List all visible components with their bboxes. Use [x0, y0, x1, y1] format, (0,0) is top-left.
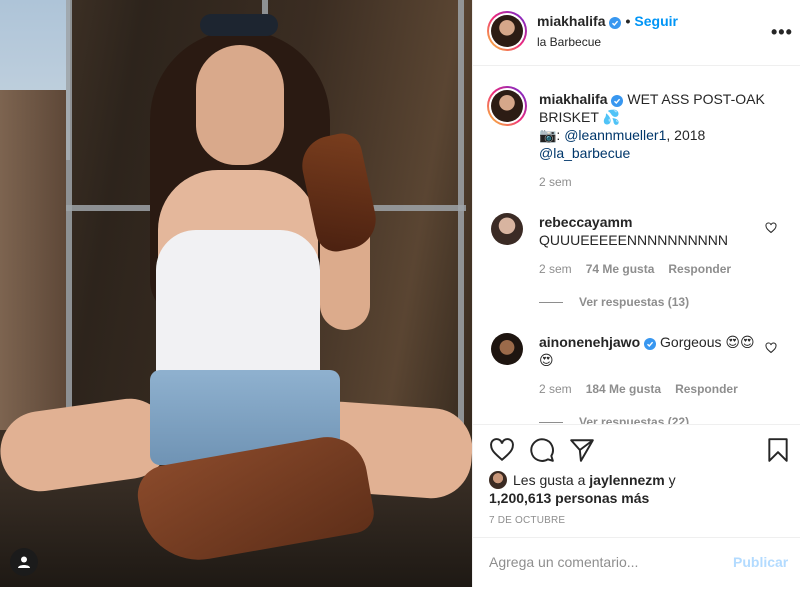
likes-connector: y [664, 472, 676, 488]
post-header: miakhalifa • Seguir la Barbecue ••• [473, 0, 800, 66]
author-avatar[interactable] [487, 11, 527, 51]
comment-text-block: ainonenehjawo Gorgeous 😍😍😍 [539, 333, 759, 369]
comment-like-icon[interactable] [765, 222, 777, 234]
verified-badge-icon [644, 338, 657, 350]
photo-frame-post [458, 0, 464, 470]
post-date: 7 DE OCTUBRE [489, 515, 566, 526]
location-link[interactable]: la Barbecue [537, 35, 601, 49]
user-tag-button[interactable] [10, 548, 38, 576]
comment-bubble-icon[interactable] [529, 437, 555, 463]
follow-button[interactable]: Seguir [634, 13, 678, 29]
comment-like-icon[interactable] [765, 342, 777, 354]
commenter-username[interactable]: rebeccayamm [539, 214, 632, 230]
user-tag-icon [18, 556, 30, 568]
venue-mention[interactable]: @la_barbecue [539, 145, 630, 161]
comment-timestamp: 2 sem [539, 382, 572, 396]
author-username[interactable]: miakhalifa [537, 13, 605, 29]
view-replies-label: Ver respuestas (13) [579, 295, 690, 309]
caption-emoji: 💦 [602, 109, 620, 125]
comment-input[interactable] [489, 554, 699, 570]
photographer-mention[interactable]: @leannmueller1 [564, 127, 666, 143]
likes-prefix: Les gusta a [513, 472, 590, 488]
comment-meta: 2 sem 74 Me gusta Responder [539, 262, 731, 276]
likes-count[interactable]: 1,200,613 personas más [489, 490, 649, 506]
comment-likes-count[interactable]: 184 Me gusta [586, 382, 661, 396]
caption-username[interactable]: miakhalifa [539, 91, 607, 107]
reply-button[interactable]: Responder [675, 382, 738, 396]
verified-badge-icon [609, 17, 622, 29]
comment-text-block: rebeccayamm QUUUEEEEENNNNNNNNNN [539, 213, 759, 249]
caption-year: , 2018 [666, 127, 706, 143]
caption-text: miakhalifa WET ASS POST-OAK BRISKET 💦 📷:… [539, 90, 779, 162]
comment-timestamp: 2 sem [539, 262, 572, 276]
comment-meta: 2 sem 184 Me gusta Responder [539, 382, 738, 396]
caption-timestamp: 2 sem [539, 175, 572, 189]
verified-badge-icon [611, 95, 624, 107]
liker-avatar[interactable] [489, 471, 507, 489]
camera-prefix: 📷: [539, 127, 565, 143]
comment-likes-count[interactable]: 74 Me gusta [586, 262, 655, 276]
publish-button[interactable]: Publicar [733, 554, 788, 570]
replies-divider [539, 302, 563, 304]
comment-body: QUUUEEEEENNNNNNNNNN [539, 232, 729, 248]
view-replies-button[interactable]: Ver respuestas (13) [539, 295, 689, 309]
add-comment-bar: Publicar [473, 537, 800, 590]
photo-frame-post [66, 0, 72, 470]
photo-sunglasses [200, 14, 278, 36]
commenter-avatar[interactable] [491, 213, 523, 245]
more-options-button[interactable]: ••• [771, 22, 793, 43]
paper-plane-icon[interactable] [569, 437, 595, 463]
post-photo[interactable] [0, 0, 472, 587]
commenter-avatar[interactable] [491, 333, 523, 365]
caption-avatar[interactable] [487, 86, 527, 126]
heart-icon[interactable] [489, 437, 515, 463]
post-actions: Les gusta a jaylennezm y 1,200,613 perso… [473, 424, 800, 589]
likes-summary: Les gusta a jaylennezm y 1,200,613 perso… [489, 471, 676, 507]
commenter-username[interactable]: ainonenehjawo [539, 334, 640, 350]
post-side-panel: miakhalifa • Seguir la Barbecue ••• miakha… [472, 0, 800, 589]
reply-button[interactable]: Responder [668, 262, 731, 276]
photo-wall [0, 90, 66, 430]
photo-tank-top [156, 230, 320, 380]
header-user-line: miakhalifa • Seguir [537, 13, 678, 29]
dot-separator: • [625, 13, 631, 29]
photo-face [196, 45, 284, 165]
bookmark-icon[interactable] [765, 437, 791, 463]
liker-username[interactable]: jaylennezm [589, 472, 664, 488]
